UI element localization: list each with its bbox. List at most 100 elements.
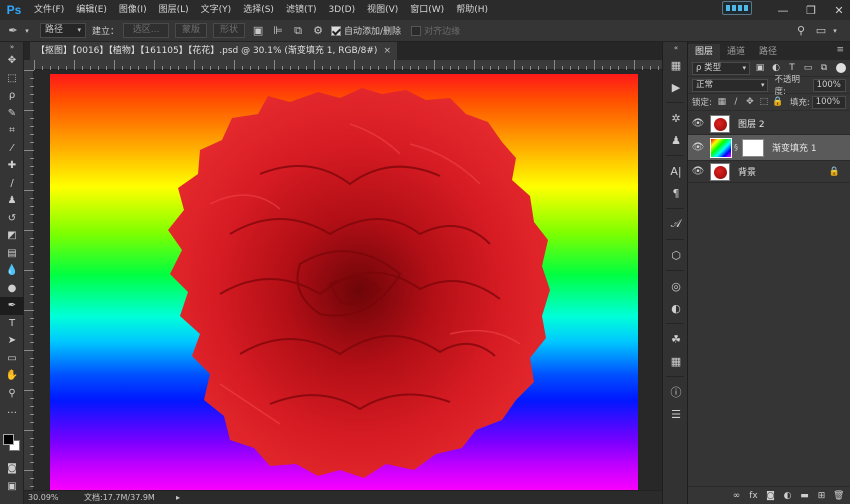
menu-view[interactable]: 视图(V) [361, 0, 404, 20]
tab-channels[interactable]: 通道 [720, 44, 752, 60]
panel-collapse-icon[interactable]: » [0, 42, 24, 52]
align-edges-checkbox[interactable] [411, 25, 422, 36]
dodge-tool-icon[interactable]: ● [0, 280, 24, 298]
eye-icon[interactable]: 👁 [688, 142, 708, 153]
rectangle-tool-icon[interactable]: ▭ [0, 350, 24, 368]
new-group-icon[interactable]: ▬ [799, 491, 810, 501]
auto-add-delete-checkbox[interactable] [331, 25, 342, 36]
type-tool-icon[interactable]: T [0, 315, 24, 333]
workspace-icon[interactable]: ▭ [814, 24, 828, 38]
layer-row[interactable]: 👁 § 渐变填充 1 [688, 135, 850, 161]
link-layers-icon[interactable]: ∞ [731, 491, 742, 501]
fill-field[interactable]: 100% [811, 95, 846, 109]
search-icon[interactable]: ⚲ [794, 24, 808, 38]
character-panel-icon[interactable]: A| [663, 160, 689, 182]
zoom-level-field[interactable]: 30.09% [28, 491, 62, 504]
fx-icon[interactable]: fx [748, 491, 759, 501]
zoom-tool-icon[interactable]: ⚲ [0, 385, 24, 403]
color-panel-icon[interactable]: ◎ [663, 275, 689, 297]
menu-filter[interactable]: 滤镜(T) [280, 0, 323, 20]
mask-button[interactable]: 蒙版 [175, 23, 208, 38]
path-arrangement-icon[interactable]: ⧉ [291, 24, 305, 38]
menu-file[interactable]: 文件(F) [28, 0, 70, 20]
gradient-fill-thumbnail[interactable] [710, 137, 732, 158]
foreground-color-swatch[interactable] [3, 434, 14, 445]
layer-row[interactable]: 👁 图层 2 [688, 113, 850, 135]
ruler-origin[interactable] [24, 60, 34, 70]
menu-window[interactable]: 窗口(W) [404, 0, 450, 20]
color-swatches[interactable] [3, 434, 21, 452]
menu-3d[interactable]: 3D(D) [322, 0, 361, 20]
mode-select[interactable]: 路径 ▾ [40, 23, 86, 38]
lock-image-icon[interactable]: / [730, 97, 742, 107]
glyphs-panel-icon[interactable]: 𝒜 [663, 213, 689, 235]
quick-selection-tool-icon[interactable]: ✎ [0, 105, 24, 123]
swatches-panel-icon[interactable]: ☘ [663, 328, 689, 350]
gear-icon[interactable]: ⚙ [311, 24, 325, 38]
adjustments-panel-icon[interactable]: ◐ [663, 297, 689, 319]
layer-row[interactable]: 👁 背景 🔒 [688, 161, 850, 183]
pen-icon[interactable]: ✒ [6, 24, 20, 38]
lasso-tool-icon[interactable]: ρ [0, 87, 24, 105]
eraser-tool-icon[interactable]: ◩ [0, 227, 24, 245]
document-canvas[interactable] [50, 74, 638, 490]
eye-icon[interactable]: 👁 [688, 166, 708, 177]
menu-select[interactable]: 选择(S) [237, 0, 280, 20]
blend-mode-select[interactable]: 正常 ▾ [692, 78, 769, 92]
add-mask-icon[interactable]: ◙ [765, 491, 776, 501]
creative-cloud-icon[interactable] [722, 1, 752, 15]
panel-menu-icon[interactable]: ≡ [836, 45, 844, 55]
history-panel-icon[interactable]: ▦ [663, 54, 689, 76]
layer-name[interactable]: 渐变填充 1 [772, 141, 817, 154]
shape-button[interactable]: 形状 [213, 23, 246, 38]
clone-source-panel-icon[interactable]: ♟ [663, 129, 689, 151]
path-alignment-icon[interactable]: ⊫ [271, 24, 285, 38]
menu-edit[interactable]: 编辑(E) [70, 0, 113, 20]
lock-all-icon[interactable]: 🔒 [772, 97, 784, 107]
menu-type[interactable]: 文字(Y) [195, 0, 238, 20]
healing-brush-tool-icon[interactable]: ✚ [0, 157, 24, 175]
close-tab-icon[interactable]: × [383, 46, 391, 56]
hand-tool-icon[interactable]: ✋ [0, 367, 24, 385]
blur-tool-icon[interactable]: 💧 [0, 262, 24, 280]
adjustment-layer-icon[interactable]: ◐ [782, 491, 793, 501]
lock-position-icon[interactable]: ✥ [744, 97, 756, 107]
smart-object-filter-icon[interactable]: ⧉ [818, 62, 830, 74]
filter-toggle-icon[interactable] [836, 63, 846, 73]
menu-layer[interactable]: 图层(L) [153, 0, 195, 20]
brush-tool-icon[interactable]: / [0, 175, 24, 193]
chevron-down-icon[interactable]: ▾ [828, 24, 842, 38]
lock-transparent-icon[interactable]: ▦ [716, 97, 728, 107]
crop-tool-icon[interactable]: ⌗ [0, 122, 24, 140]
clone-stamp-tool-icon[interactable]: ♟ [0, 192, 24, 210]
chevron-down-icon[interactable]: ▾ [20, 24, 34, 38]
opacity-field[interactable]: 100% [812, 78, 846, 92]
chevron-right-icon[interactable]: ▸ [176, 491, 180, 504]
path-operations-icon[interactable]: ▣ [251, 24, 265, 38]
move-tool-icon[interactable]: ✥ [0, 52, 24, 70]
more-tools-icon[interactable]: … [0, 402, 24, 420]
minimize-button[interactable]: — [776, 4, 790, 17]
tab-layers[interactable]: 图层 [688, 44, 721, 60]
history-brush-tool-icon[interactable]: ↺ [0, 210, 24, 228]
pixel-filter-icon[interactable]: ▣ [754, 62, 766, 74]
trash-icon[interactable]: 🗑 [833, 491, 844, 501]
canvas-area[interactable] [34, 70, 662, 490]
eyedropper-tool-icon[interactable]: ⁄ [0, 140, 24, 158]
document-tab[interactable]: 【抠图】【0016】【植物】【161105】【花花】.psd @ 30.1% (… [30, 42, 397, 60]
link-icon[interactable]: § [734, 143, 738, 152]
document-size-info[interactable]: 文档:17.7M/37.9M [84, 491, 155, 504]
eye-icon[interactable]: 👁 [688, 118, 708, 129]
brush-panel-icon[interactable]: ✲ [663, 107, 689, 129]
properties-panel-icon[interactable]: ☰ [663, 403, 689, 425]
filter-type-select[interactable]: ρ 类型 ▾ [692, 61, 750, 75]
close-button[interactable]: ✕ [832, 4, 846, 17]
layer-name[interactable]: 图层 2 [738, 117, 765, 130]
path-selection-tool-icon[interactable]: ➤ [0, 332, 24, 350]
screen-mode-icon[interactable]: ▣ [0, 478, 24, 496]
restore-button[interactable]: ❐ [804, 4, 818, 17]
new-layer-icon[interactable]: ⊞ [816, 491, 827, 501]
selection-button[interactable]: 选区... [123, 23, 170, 38]
layer-name[interactable]: 背景 [738, 165, 756, 178]
layer-mask-thumbnail[interactable] [742, 138, 764, 157]
